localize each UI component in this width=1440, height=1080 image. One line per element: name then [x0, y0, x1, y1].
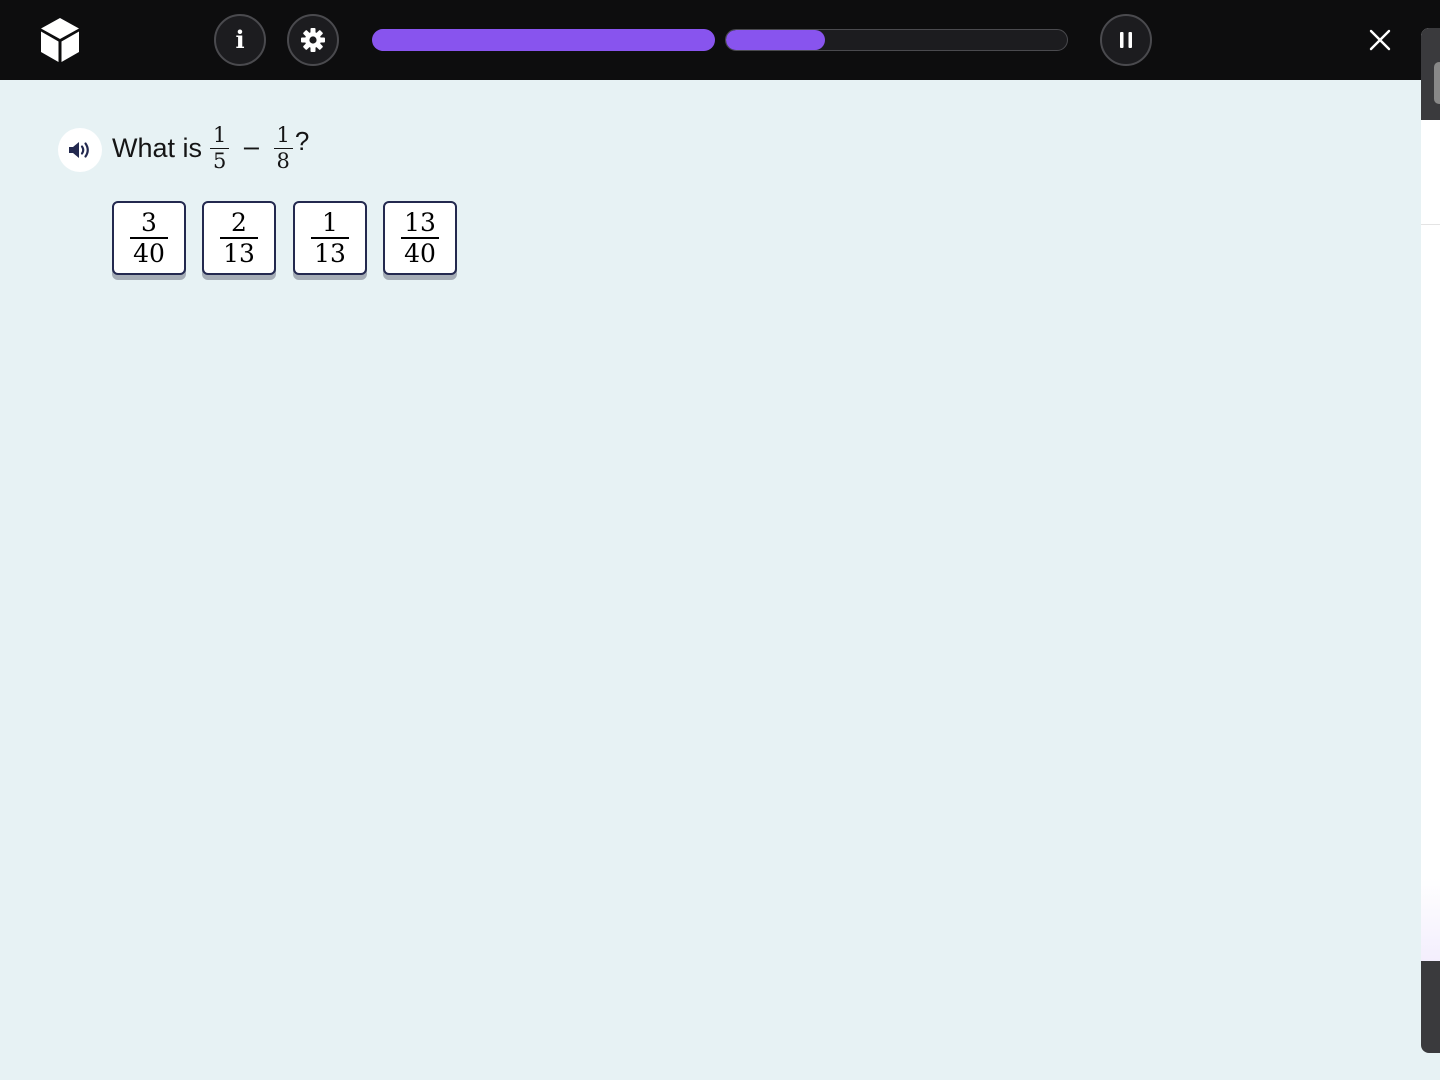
question-suffix: ? — [294, 125, 310, 156]
side-panel-glow — [1421, 878, 1440, 962]
question-fraction-left: 1 5 — [210, 122, 230, 172]
answer-fraction: 2 13 — [220, 210, 258, 266]
fraction-numerator: 1 — [213, 122, 227, 147]
side-panel-handle[interactable] — [1434, 62, 1440, 104]
fraction-numerator: 1 — [276, 122, 290, 147]
question-fraction-right: 1 8 — [273, 122, 293, 172]
answer-fraction: 1 13 — [311, 210, 349, 266]
settings-button[interactable] — [287, 14, 339, 66]
question-operator: − — [241, 134, 262, 162]
fraction-numerator: 13 — [404, 208, 436, 237]
progress-segment-1 — [372, 29, 715, 51]
fraction-denominator: 40 — [401, 237, 439, 266]
fraction-denominator: 13 — [311, 237, 349, 266]
question-prefix: What is — [112, 132, 203, 163]
fraction-numerator: 2 — [231, 208, 247, 237]
info-icon: i — [235, 25, 245, 54]
cube-logo-icon[interactable] — [38, 16, 82, 64]
answer-fraction: 13 40 — [401, 210, 439, 266]
fraction-denominator: 8 — [273, 147, 293, 172]
side-panel — [1421, 28, 1440, 1053]
answer-option-4[interactable]: 13 40 — [383, 201, 457, 275]
top-bar: i — [0, 0, 1440, 80]
fraction-denominator: 5 — [210, 147, 230, 172]
fraction-numerator: 1 — [322, 208, 338, 237]
progress-fill — [726, 30, 825, 50]
pause-icon — [1120, 32, 1132, 48]
fraction-numerator: 3 — [141, 208, 157, 237]
read-aloud-button[interactable] — [58, 128, 102, 172]
gear-icon — [301, 28, 325, 52]
question-text: What is 1 5 − 1 8 ? — [112, 118, 309, 178]
fraction-denominator: 40 — [130, 237, 168, 266]
answer-option-1[interactable]: 3 40 — [112, 201, 186, 275]
side-panel-bottom — [1421, 961, 1440, 1053]
info-button[interactable]: i — [214, 14, 266, 66]
side-panel-divider — [1421, 224, 1440, 225]
close-icon[interactable] — [1364, 24, 1396, 56]
answer-fraction: 3 40 — [130, 210, 168, 266]
answer-option-3[interactable]: 1 13 — [293, 201, 367, 275]
pause-button[interactable] — [1100, 14, 1152, 66]
answer-option-2[interactable]: 2 13 — [202, 201, 276, 275]
progress-segment-2 — [725, 29, 1068, 51]
speaker-icon — [69, 142, 89, 158]
fraction-denominator: 13 — [220, 237, 258, 266]
